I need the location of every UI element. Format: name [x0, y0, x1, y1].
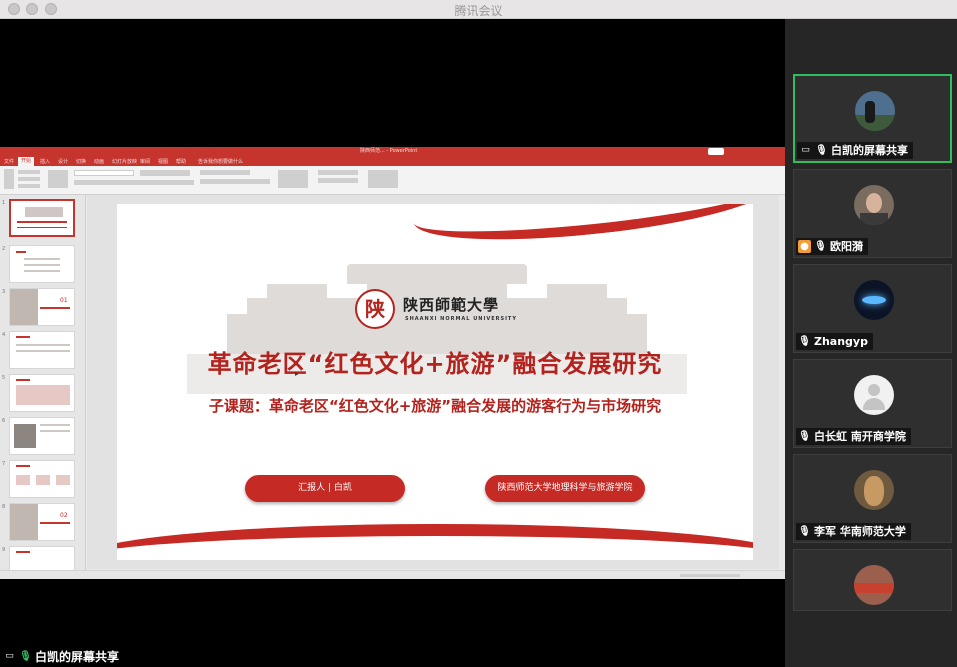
shared-screen-area: 陕西师范... - PowerPoint 文件 开始 插入 设计 切换 动画 幻… — [0, 19, 785, 667]
slide-subtitle: 子课题：革命老区“红色文化+旅游”融合发展的游客行为与市场研究 — [208, 397, 662, 415]
participant-nameplate: ▭ 🎙 白凯的屏幕共享 — [797, 142, 913, 159]
screen-share-icon: ▭ — [801, 145, 810, 155]
participant-avatar — [855, 91, 895, 131]
participant-nameplate: 🎙 Zhangyp — [796, 333, 873, 350]
participant-avatar — [854, 565, 894, 605]
red-swoosh-decoration — [410, 204, 753, 253]
ppt-titlebar: 陕西师范... - PowerPoint — [0, 147, 785, 156]
mic-muted-icon: 🎙 — [798, 336, 811, 347]
slide-thumbnail-2[interactable] — [9, 245, 75, 283]
participant-avatar — [854, 470, 894, 510]
person-icon: ● — [798, 240, 811, 253]
ppt-tab[interactable]: 插入 — [40, 158, 50, 165]
share-label: 白凯的屏幕共享 — [35, 650, 120, 664]
slide-title: 革命老区“红色文化+旅游”融合发展研究 — [207, 350, 663, 378]
participant-panel: ▭ 🎙 白凯的屏幕共享 ● 🎙 欧阳漪 🎙 Zhangyp 🎙 白长虹 南开商学… — [785, 19, 957, 667]
participant-name: 白长虹 南开商学院 — [814, 430, 906, 443]
ppt-tab[interactable]: 动画 — [94, 158, 104, 165]
ppt-share-button[interactable] — [708, 148, 724, 155]
participant-tile[interactable]: 🎙 白长虹 南开商学院 — [793, 359, 952, 448]
slide-thumbnail-9[interactable] — [9, 546, 75, 572]
slide-editing-canvas: 陕 陕西師範大學 SHAANXI NORMAL UNIVERSITY 革命老区“… — [87, 195, 779, 569]
slide-thumbnail-1[interactable] — [9, 199, 75, 237]
participant-name: 白凯的屏幕共享 — [831, 144, 908, 157]
participant-avatar — [854, 185, 894, 225]
default-avatar-icon — [854, 375, 894, 415]
university-name: 陕西師範大學 — [403, 296, 500, 314]
ppt-status-bar — [0, 570, 785, 579]
red-swoosh-decoration — [117, 524, 753, 560]
mic-icon: 🎙 — [815, 145, 828, 156]
slide-thumbnail-panel: 1 2 3 01 4 5 6 7 8 02 9 — [0, 195, 86, 573]
slide-thumbnail-5[interactable] — [9, 374, 75, 412]
participant-name: 欧阳漪 — [830, 240, 863, 253]
powerpoint-window: 陕西师范... - PowerPoint 文件 开始 插入 设计 切换 动画 幻… — [0, 147, 785, 579]
ppt-tab[interactable]: 切换 — [76, 158, 86, 165]
reporter-label: 汇报人 | 白凯 — [245, 475, 405, 502]
participant-tile[interactable] — [793, 549, 952, 611]
participant-nameplate: ● 🎙 欧阳漪 — [796, 238, 868, 255]
participant-tile[interactable]: ● 🎙 欧阳漪 — [793, 169, 952, 258]
slide-thumbnail-4[interactable] — [9, 331, 75, 369]
ppt-tell-me[interactable]: 告诉我你想要做什么 — [198, 158, 243, 165]
slide-thumbnail-8[interactable]: 02 — [9, 503, 75, 541]
ppt-tab[interactable]: 文件 — [4, 158, 14, 165]
campus-building-image — [187, 254, 687, 414]
participant-nameplate: 🎙 李军 华南师范大学 — [796, 523, 911, 540]
bottom-share-indicator: ▭ 🎙 白凯的屏幕共享 — [3, 648, 119, 665]
participant-name: 李军 华南师范大学 — [814, 525, 906, 538]
ppt-tab[interactable]: 设计 — [58, 158, 68, 165]
ppt-tab-active[interactable]: 开始 — [18, 157, 35, 166]
college-label: 陕西师范大学地理科学与旅游学院 — [485, 475, 645, 502]
participant-tile[interactable]: 🎙 Zhangyp — [793, 264, 952, 353]
mic-muted-icon: 🎙 — [798, 431, 811, 442]
slide-thumbnail-3[interactable]: 01 — [9, 288, 75, 326]
participant-name: Zhangyp — [814, 335, 868, 348]
window-titlebar: 腾讯会议 — [0, 0, 957, 19]
participant-tile[interactable]: ▭ 🎙 白凯的屏幕共享 — [793, 74, 952, 163]
participant-nameplate: 🎙 白长虹 南开商学院 — [796, 428, 911, 445]
ppt-app-title: 陕西师范... - PowerPoint — [360, 148, 418, 154]
screen-share-icon: ▭ — [5, 651, 14, 661]
ppt-tab[interactable]: 审阅 — [140, 158, 150, 165]
mic-icon: 🎙 — [19, 651, 32, 662]
university-name-en: SHAANXI NORMAL UNIVERSITY — [405, 316, 517, 322]
window-title: 腾讯会议 — [454, 4, 503, 18]
current-slide[interactable]: 陕 陕西師範大學 SHAANXI NORMAL UNIVERSITY 革命老区“… — [117, 204, 753, 560]
slide-thumbnail-7[interactable] — [9, 460, 75, 498]
mic-muted-icon: 🎙 — [814, 241, 827, 252]
ppt-ribbon-tabs: 文件 开始 插入 设计 切换 动画 幻灯片放映 审阅 视图 帮助 告诉我你想要做… — [0, 156, 785, 166]
ppt-tab[interactable]: 幻灯片放映 — [112, 158, 137, 165]
university-emblem: 陕 — [355, 289, 395, 329]
mouse-pointer-icon: ▸ — [295, 370, 299, 378]
participant-avatar — [854, 280, 894, 320]
ppt-ribbon — [0, 166, 785, 195]
ppt-tab[interactable]: 帮助 — [176, 158, 186, 165]
mic-muted-icon: 🎙 — [798, 526, 811, 537]
ppt-tab[interactable]: 视图 — [158, 158, 168, 165]
slide-thumbnail-6[interactable] — [9, 417, 75, 455]
participant-tile[interactable]: 🎙 李军 华南师范大学 — [793, 454, 952, 543]
